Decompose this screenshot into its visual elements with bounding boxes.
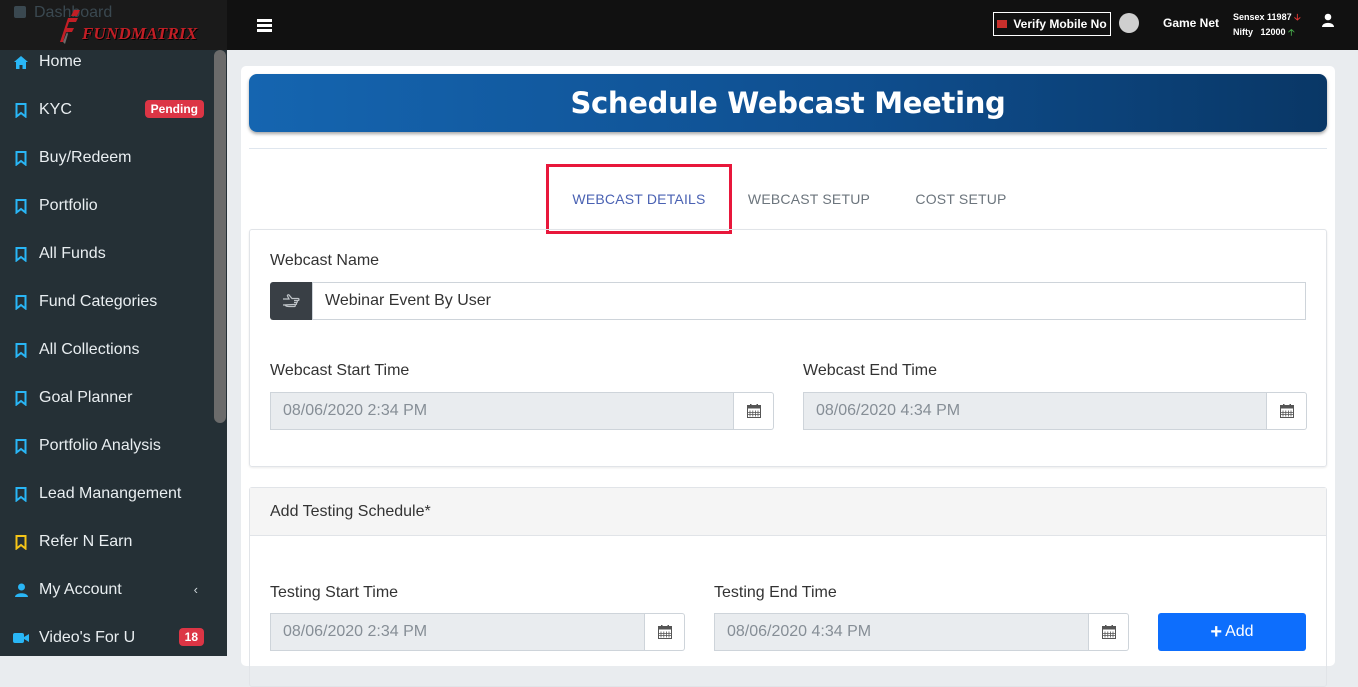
bookmark-icon	[13, 534, 29, 550]
add-testing-schedule-button[interactable]: + Add	[1158, 613, 1306, 651]
webcast-start-input[interactable]: 08/06/2020 2:34 PM	[270, 392, 734, 430]
nifty-value: 12000	[1260, 27, 1286, 37]
arrow-down-icon: 🡣	[1294, 12, 1301, 22]
sidebar-nav: Home KYC Pending Buy/Redeem Portfolio Al…	[0, 38, 214, 656]
sidebar: Dashboard FUNDMATRIX Home KYC Pending	[0, 0, 227, 656]
testing-start-input[interactable]: 08/06/2020 2:34 PM	[270, 613, 645, 651]
page-title: Schedule Webcast Meeting	[249, 74, 1327, 132]
webcast-end-label: Webcast End Time	[803, 362, 937, 379]
calendar-icon[interactable]	[734, 392, 774, 430]
sidebar-item-home[interactable]: Home	[0, 38, 214, 86]
bookmark-icon	[13, 246, 29, 262]
sidebar-item-videos[interactable]: Video's For U 18	[0, 614, 214, 656]
bookmark-icon	[13, 390, 29, 406]
kyc-status-badge: Pending	[144, 100, 204, 118]
user-name[interactable]: Game Net	[1163, 16, 1219, 30]
menu-toggle-icon[interactable]	[257, 19, 272, 32]
sidebar-item-portfolio-analysis[interactable]: Portfolio Analysis	[0, 422, 214, 470]
hand-pointer-icon	[270, 282, 312, 320]
user-icon	[13, 582, 29, 598]
market-ticker: Sensex 11987 🡣 Nifty 12000 🡡	[1233, 10, 1301, 40]
webcast-details-section: Webcast Name Webinar Event By User Webca…	[249, 229, 1327, 467]
bookmark-icon	[13, 198, 29, 214]
video-icon	[13, 630, 29, 646]
testing-schedule-section: Add Testing Schedule* Testing Start Time…	[249, 487, 1327, 687]
testing-start-label: Testing Start Time	[270, 584, 399, 601]
sensex-label: Sensex	[1233, 12, 1265, 22]
bookmark-icon	[13, 486, 29, 502]
tab-cost-setup[interactable]: COST SETUP	[901, 164, 1021, 234]
testing-schedule-header: Add Testing Schedule*	[250, 488, 1326, 536]
tab-webcast-setup[interactable]: WEBCAST SETUP	[739, 164, 879, 234]
webcast-name-label: Webcast Name	[270, 252, 380, 269]
video-count-badge: 18	[178, 628, 204, 646]
testing-start-group: 08/06/2020 2:34 PM	[270, 613, 685, 651]
avatar[interactable]	[1119, 13, 1139, 33]
bookmark-icon	[13, 102, 29, 118]
home-icon	[13, 54, 29, 70]
sidebar-item-my-account[interactable]: My Account ‹	[0, 566, 214, 614]
webcast-name-input[interactable]: Webinar Event By User	[312, 282, 1306, 320]
sidebar-item-refer-n-earn[interactable]: Refer N Earn	[0, 518, 214, 566]
plus-icon: +	[1210, 621, 1223, 643]
bookmark-icon	[13, 342, 29, 358]
verify-mobile-button[interactable]: Verify Mobile No	[993, 12, 1111, 36]
sidebar-item-all-funds[interactable]: All Funds	[0, 230, 214, 278]
user-menu-icon[interactable]	[1321, 13, 1335, 27]
divider	[249, 148, 1327, 149]
bookmark-icon	[13, 150, 29, 166]
webcast-end-input[interactable]: 08/06/2020 4:34 PM	[803, 392, 1267, 430]
sidebar-item-lead-management[interactable]: Lead Manangement	[0, 470, 214, 518]
bookmark-icon	[13, 294, 29, 310]
calendar-icon[interactable]	[1267, 392, 1307, 430]
calendar-icon[interactable]	[645, 613, 685, 651]
sidebar-item-buy-redeem[interactable]: Buy/Redeem	[0, 134, 214, 182]
arrow-up-icon: 🡡	[1288, 27, 1295, 37]
top-navbar: Verify Mobile No Game Net Sensex 11987 🡣…	[227, 0, 1358, 50]
sidebar-scrollbar[interactable]	[214, 50, 226, 423]
testing-end-input[interactable]: 08/06/2020 4:34 PM	[714, 613, 1089, 651]
tab-bar: WEBCAST DETAILS WEBCAST SETUP COST SETUP	[241, 164, 1335, 234]
sidebar-item-kyc[interactable]: KYC Pending	[0, 86, 214, 134]
envelope-icon	[997, 20, 1008, 28]
chevron-left-icon: ‹	[193, 582, 198, 597]
webcast-start-group: 08/06/2020 2:34 PM	[270, 392, 774, 430]
tab-webcast-details[interactable]: WEBCAST DETAILS	[546, 164, 732, 234]
testing-schedule-title: Add Testing Schedule*	[270, 503, 431, 520]
sidebar-item-fund-categories[interactable]: Fund Categories	[0, 278, 214, 326]
webcast-end-group: 08/06/2020 4:34 PM	[803, 392, 1307, 430]
testing-end-group: 08/06/2020 4:34 PM	[714, 613, 1129, 651]
bookmark-icon	[13, 438, 29, 454]
webcast-name-group: Webinar Event By User	[270, 282, 1306, 320]
sidebar-item-all-collections[interactable]: All Collections	[0, 326, 214, 374]
webcast-start-label: Webcast Start Time	[270, 362, 410, 379]
main-card: Schedule Webcast Meeting WEBCAST DETAILS…	[241, 66, 1335, 687]
testing-end-label: Testing End Time	[714, 584, 837, 601]
sensex-value: 11987	[1267, 12, 1292, 22]
sidebar-item-portfolio[interactable]: Portfolio	[0, 182, 214, 230]
calendar-icon[interactable]	[1089, 613, 1129, 651]
dashboard-icon	[14, 6, 26, 18]
sidebar-item-goal-planner[interactable]: Goal Planner	[0, 374, 214, 422]
nifty-label: Nifty	[1233, 27, 1253, 37]
